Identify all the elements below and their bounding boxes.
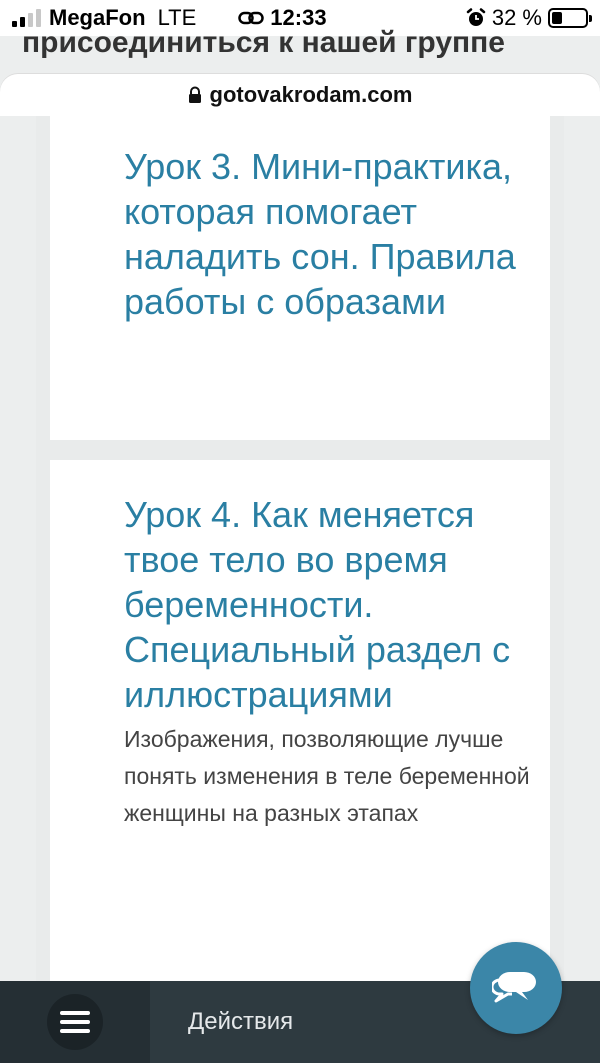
lesson-list: Урок 3. Мини-практика, которая помогает … [36, 116, 564, 1000]
lesson-card[interactable]: Урок 4. Как меняется твое тело во время … [50, 460, 550, 1000]
chat-button[interactable] [470, 942, 562, 1034]
lesson-card[interactable]: Урок 3. Мини-практика, которая помогает … [50, 116, 550, 440]
menu-button[interactable] [47, 994, 103, 1050]
behind-page-title: присоединиться к нашей группе [22, 26, 505, 59]
lesson-title[interactable]: Урок 3. Мини-практика, которая помогает … [124, 144, 530, 324]
lesson-title[interactable]: Урок 4. Как меняется твое тело во время … [124, 492, 530, 717]
alarm-icon [466, 8, 486, 26]
menu-section [0, 981, 150, 1063]
link-icon [238, 11, 265, 25]
url-text[interactable]: gotovakrodam.com [210, 82, 413, 108]
lesson-description: Изображения, позволяющие лучше понять из… [124, 726, 530, 826]
signal-icon [12, 9, 41, 27]
battery-icon [548, 8, 592, 28]
battery-level-fill [552, 12, 563, 24]
chat-bubbles-icon [492, 972, 536, 1003]
lock-icon [188, 86, 201, 103]
hamburger-menu-icon [60, 1011, 90, 1033]
actions-button[interactable]: Действия [188, 1008, 293, 1036]
url-bar[interactable]: gotovakrodam.com [0, 74, 600, 116]
